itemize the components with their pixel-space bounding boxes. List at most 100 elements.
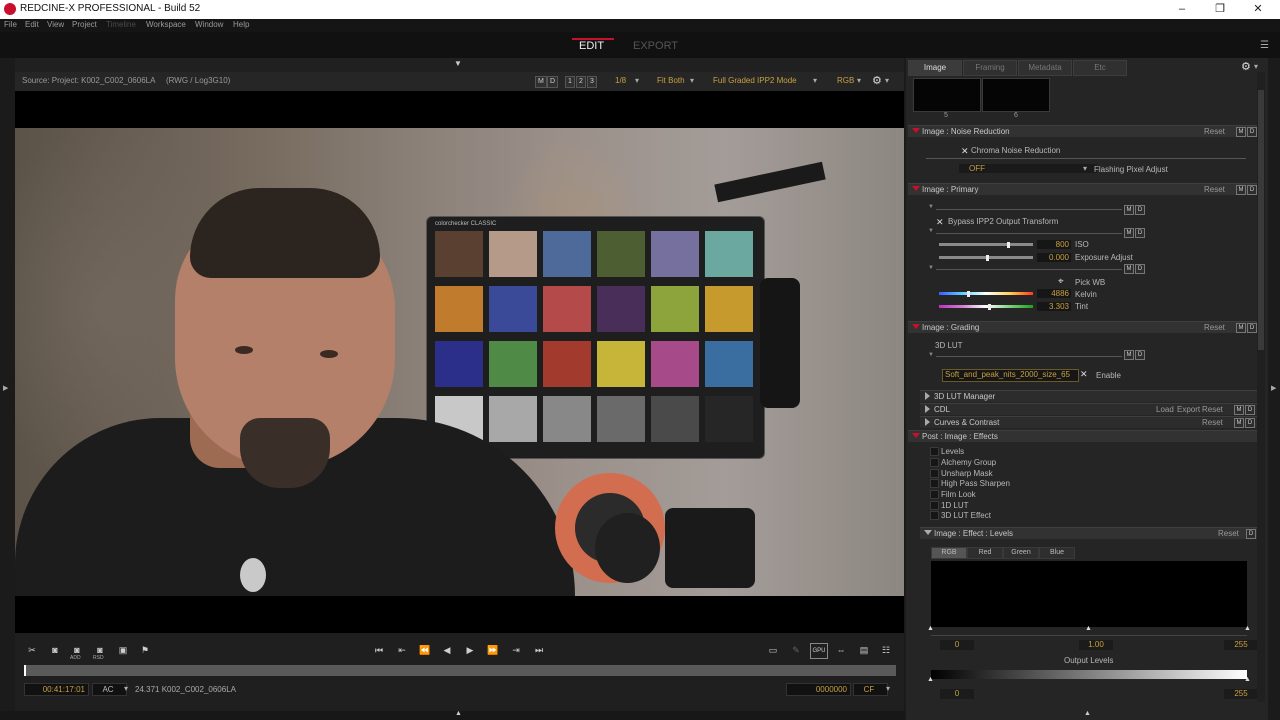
effect-checkbox[interactable] bbox=[930, 479, 939, 488]
effect-checkbox[interactable] bbox=[930, 458, 939, 467]
white-point-handle[interactable]: ▲ bbox=[1244, 625, 1251, 632]
chevron-down-icon[interactable]: ▾ bbox=[124, 684, 128, 693]
fit-select[interactable]: Fit Both bbox=[657, 76, 685, 85]
minimize-button[interactable]: – bbox=[1162, 0, 1202, 19]
viewer-m-button[interactable]: M bbox=[535, 76, 547, 88]
frame-mode-select[interactable]: CF bbox=[853, 683, 888, 696]
gear-icon[interactable]: ⚙ bbox=[1241, 60, 1251, 73]
previous-mark-icon[interactable]: ⇤ bbox=[394, 643, 410, 657]
d-button[interactable]: D bbox=[1247, 127, 1257, 137]
export-frame-icon[interactable]: ▣ bbox=[115, 643, 131, 657]
timecode-mode-select[interactable]: AC bbox=[92, 683, 127, 696]
menu-window[interactable]: Window bbox=[195, 20, 223, 29]
timecode-display[interactable]: 00:41:17:01 bbox=[24, 683, 89, 696]
iso-slider[interactable] bbox=[939, 242, 1033, 248]
slider-knob[interactable] bbox=[967, 291, 971, 297]
expand-arrow-icon[interactable] bbox=[925, 392, 930, 400]
expand-arrow-icon[interactable] bbox=[925, 418, 930, 426]
collapse-arrow-icon[interactable]: ▼ bbox=[928, 228, 934, 234]
lut-file-field[interactable]: Soft_and_peak_nits_2000_size_65 bbox=[942, 369, 1079, 382]
levels-tab-red[interactable]: Red bbox=[967, 547, 1003, 559]
tab-etc[interactable]: Etc bbox=[1073, 60, 1127, 76]
reset-button[interactable]: Reset bbox=[1204, 127, 1225, 136]
d-button[interactable]: D bbox=[1135, 228, 1145, 238]
d-button[interactable]: D bbox=[1135, 350, 1145, 360]
d-button[interactable]: D bbox=[1246, 529, 1256, 539]
go-to-end-icon[interactable]: ⏭ bbox=[531, 643, 547, 657]
slider-knob[interactable] bbox=[987, 304, 991, 310]
scrollbar-thumb[interactable] bbox=[1258, 90, 1264, 350]
output-black-value[interactable]: 0 bbox=[940, 689, 974, 699]
tint-slider[interactable] bbox=[939, 304, 1033, 310]
resolution-select[interactable]: 1/8 bbox=[615, 76, 626, 85]
gamma-value[interactable]: 1.00 bbox=[1079, 640, 1113, 650]
expand-arrow-icon[interactable] bbox=[924, 530, 932, 535]
playhead[interactable] bbox=[24, 665, 26, 676]
gpu-icon[interactable]: GPU bbox=[810, 643, 828, 659]
tab-framing[interactable]: Framing bbox=[963, 60, 1017, 76]
settings-slider-icon[interactable]: ☷ bbox=[878, 643, 894, 657]
chevron-down-icon[interactable]: ▾ bbox=[857, 76, 861, 85]
reset-button[interactable]: Reset bbox=[1202, 405, 1223, 414]
next-mark-icon[interactable]: ⇥ bbox=[508, 643, 524, 657]
m-button[interactable]: M bbox=[1124, 350, 1134, 360]
section-cdl[interactable]: CDL Load Export Reset M D bbox=[920, 403, 1258, 415]
flag-icon[interactable]: ⚑ bbox=[137, 643, 153, 657]
m-button[interactable]: M bbox=[1236, 185, 1246, 195]
input-black-value[interactable]: 0 bbox=[940, 640, 974, 650]
m-button[interactable]: M bbox=[1124, 264, 1134, 274]
effect-checkbox[interactable] bbox=[930, 511, 939, 520]
expand-arrow-icon[interactable] bbox=[912, 324, 920, 329]
section-effect-levels[interactable]: Image : Effect : Levels Reset D bbox=[920, 527, 1258, 539]
video-frame[interactable]: colorchecker CLASSIC bbox=[15, 91, 904, 633]
left-panel-toggle-icon[interactable]: ▶ bbox=[3, 384, 8, 392]
tab-export[interactable]: EXPORT bbox=[633, 40, 678, 52]
expand-toggle-icon[interactable]: ▲ bbox=[455, 710, 462, 717]
effect-checkbox[interactable] bbox=[930, 447, 939, 456]
tab-metadata[interactable]: Metadata bbox=[1018, 60, 1072, 76]
reset-button[interactable]: Reset bbox=[1204, 323, 1225, 332]
slider-knob[interactable] bbox=[1006, 242, 1010, 248]
expand-arrow-icon[interactable] bbox=[925, 405, 930, 413]
channel-select[interactable]: RGB bbox=[837, 76, 854, 85]
d-button[interactable]: D bbox=[1247, 323, 1257, 333]
monitor-icon[interactable]: ▭ bbox=[765, 643, 781, 657]
snapshot-icon[interactable]: ◙ bbox=[47, 643, 63, 657]
chevron-down-icon[interactable]: ▾ bbox=[635, 76, 639, 85]
d-button[interactable]: D bbox=[1135, 205, 1145, 215]
tab-edit[interactable]: EDIT bbox=[579, 40, 604, 52]
maximize-button[interactable]: ❐ bbox=[1200, 0, 1240, 19]
tools-icon[interactable]: ✎ bbox=[788, 643, 804, 657]
chevron-down-icon[interactable]: ▾ bbox=[885, 76, 889, 85]
black-point-handle[interactable]: ▲ bbox=[927, 625, 934, 632]
exposure-slider[interactable] bbox=[939, 255, 1033, 261]
chevron-down-icon[interactable]: ▾ bbox=[813, 76, 817, 85]
bypass-ipp2-checkbox[interactable]: ✕ bbox=[936, 217, 944, 228]
menu-help[interactable]: Help bbox=[233, 20, 249, 29]
close-button[interactable]: ✕ bbox=[1238, 0, 1278, 19]
tab-image[interactable]: Image bbox=[908, 60, 962, 76]
collapse-arrow-icon[interactable]: ▼ bbox=[928, 352, 934, 358]
output-black-handle[interactable]: ▲ bbox=[927, 676, 934, 683]
eyedropper-icon[interactable]: ⌖ bbox=[1058, 276, 1064, 287]
kelvin-slider[interactable] bbox=[939, 291, 1033, 297]
m-button[interactable]: M bbox=[1124, 228, 1134, 238]
export-button[interactable]: Export bbox=[1177, 405, 1200, 414]
view-mode-select[interactable]: Full Graded IPP2 Mode bbox=[713, 76, 797, 85]
section-post-effects[interactable]: Post : Image : Effects bbox=[908, 430, 1258, 442]
kelvin-value[interactable]: 4886 bbox=[1037, 289, 1071, 298]
loop-icon[interactable]: ⇔ bbox=[833, 643, 849, 657]
viewer-d-button[interactable]: D bbox=[547, 76, 559, 88]
levels-tab-green[interactable]: Green bbox=[1003, 547, 1039, 559]
expand-arrow-icon[interactable] bbox=[912, 186, 920, 191]
tint-value[interactable]: 3.303 bbox=[1037, 302, 1071, 311]
iso-value[interactable]: 800 bbox=[1037, 240, 1071, 249]
effect-checkbox[interactable] bbox=[930, 469, 939, 478]
section-noise-reduction[interactable]: Image : Noise Reduction Reset M D bbox=[908, 125, 1258, 137]
view-3-button[interactable]: 3 bbox=[587, 76, 597, 88]
go-to-start-icon[interactable]: ⏮ bbox=[371, 643, 387, 657]
safe-area-icon[interactable]: ▤ bbox=[856, 643, 872, 657]
menu-view[interactable]: View bbox=[47, 20, 64, 29]
reset-button[interactable]: Reset bbox=[1218, 529, 1239, 538]
reset-button[interactable]: Reset bbox=[1204, 185, 1225, 194]
